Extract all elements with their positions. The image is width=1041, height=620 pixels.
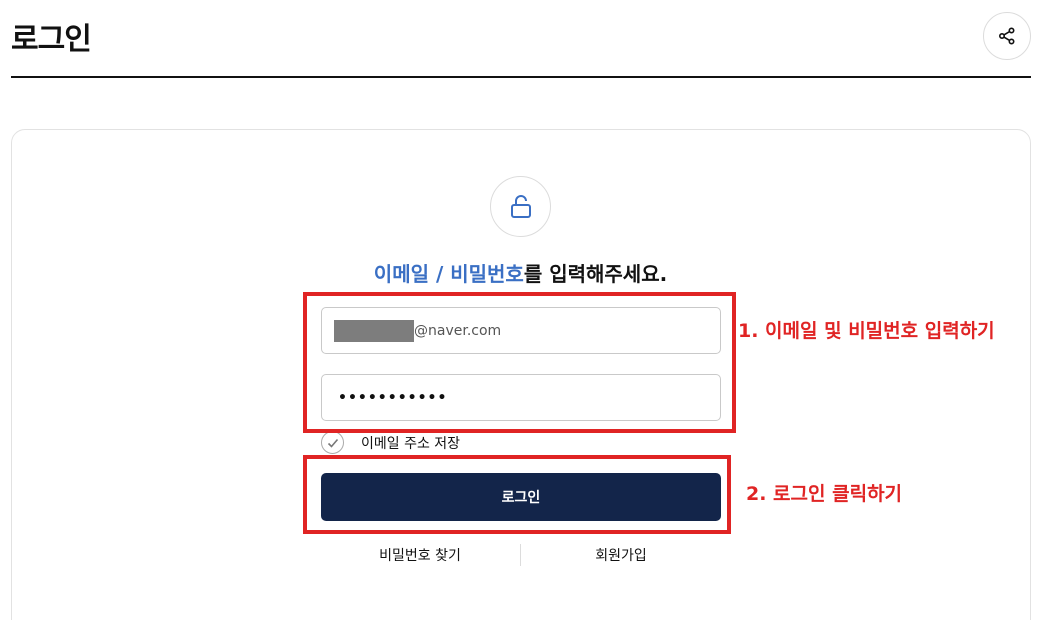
remember-email-row: 이메일 주소 저장: [321, 431, 460, 454]
find-password-link[interactable]: 비밀번호 찾기: [360, 545, 480, 565]
unlock-icon: [510, 194, 531, 218]
header-divider: [11, 76, 1031, 78]
share-button[interactable]: [983, 12, 1031, 60]
page-title: 로그인: [11, 22, 92, 57]
annotation-step2: 2. 로그인 클릭하기: [746, 483, 903, 505]
remember-email-label: 이메일 주소 저장: [361, 435, 461, 452]
annotation-step1: 1. 이메일 및 비밀번호 입력하기: [738, 320, 995, 342]
check-icon: [327, 438, 338, 448]
link-divider: [520, 544, 521, 566]
lock-badge: [490, 176, 551, 237]
headline-rest: 를 입력해주세요.: [523, 262, 668, 286]
remember-email-checkbox[interactable]: [321, 431, 344, 454]
login-headline: 이메일 / 비밀번호를 입력해주세요.: [0, 258, 1041, 287]
headline-accent: 이메일 / 비밀번호: [373, 262, 524, 286]
annotation-box-step2: [303, 455, 731, 534]
share-icon: [998, 27, 1015, 45]
signup-link[interactable]: 회원가입: [561, 545, 681, 565]
annotation-box-step1: [303, 292, 736, 433]
